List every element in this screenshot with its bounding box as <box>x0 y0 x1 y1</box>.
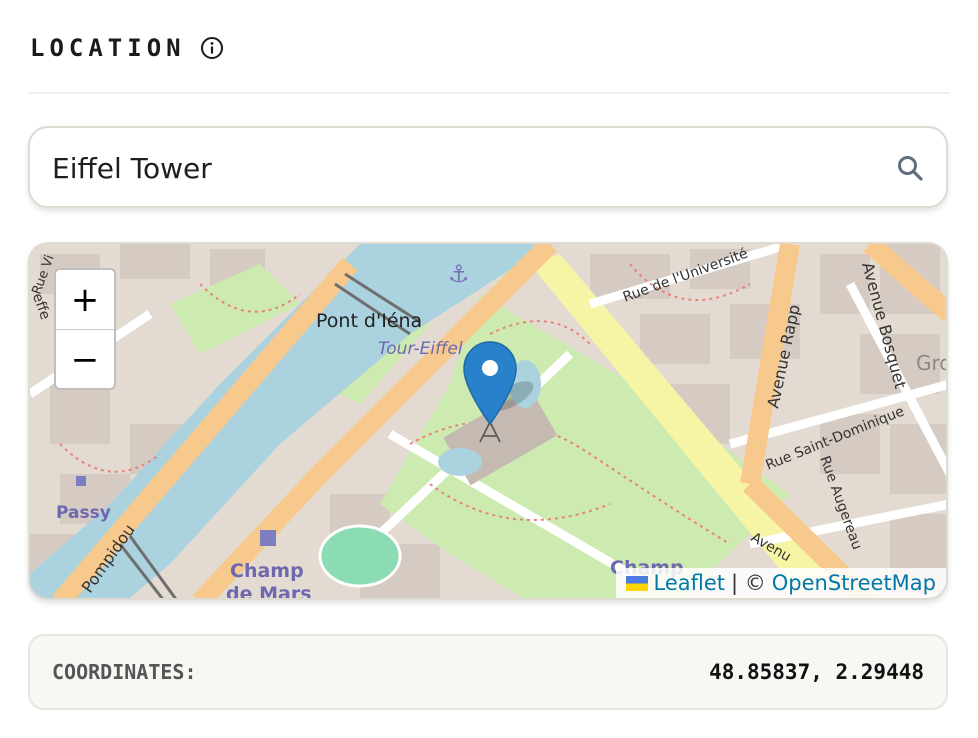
openstreetmap-link[interactable]: OpenStreetMap <box>772 571 936 595</box>
zoom-out-button[interactable]: − <box>56 330 114 388</box>
header-divider <box>28 92 950 94</box>
leaflet-link[interactable]: Leaflet <box>654 571 726 595</box>
attribution-separator: | © <box>731 571 766 595</box>
section-header: LOCATION <box>30 30 224 66</box>
ukraine-flag-icon <box>625 575 648 591</box>
search-box <box>28 126 948 208</box>
map-label-station: Tour-Eiffel <box>378 339 463 359</box>
map-tiles[interactable]: ⚓ Pont d'Iéna Tour-Eiffel Passy Champ de… <box>30 244 948 600</box>
map-label-gro: Gro <box>916 351 948 375</box>
search-button[interactable] <box>894 152 926 184</box>
map-label-champ: Champ <box>230 560 304 582</box>
map-label-passy: Passy <box>56 503 111 523</box>
map-label-de-mars: de Mars <box>226 583 312 600</box>
coordinates-value: 48.85837, 2.29448 <box>709 660 924 684</box>
search-icon <box>898 156 923 181</box>
map-container[interactable]: ⚓ Pont d'Iéna Tour-Eiffel Passy Champ de… <box>28 242 948 600</box>
map-attribution: Leaflet | © OpenStreetMap <box>615 568 946 598</box>
map-label-bridge: Pont d'Iéna <box>316 310 422 332</box>
info-circle-icon[interactable] <box>200 36 224 60</box>
zoom-control: + − <box>54 268 116 390</box>
search-input[interactable] <box>50 140 874 196</box>
zoom-in-button[interactable]: + <box>56 270 114 330</box>
section-title: LOCATION <box>30 34 186 62</box>
coordinates-panel: COORDINATES: 48.85837, 2.29448 <box>28 634 948 710</box>
svg-text:⚓: ⚓ <box>448 260 470 288</box>
coordinates-label: COORDINATES: <box>52 660 197 684</box>
